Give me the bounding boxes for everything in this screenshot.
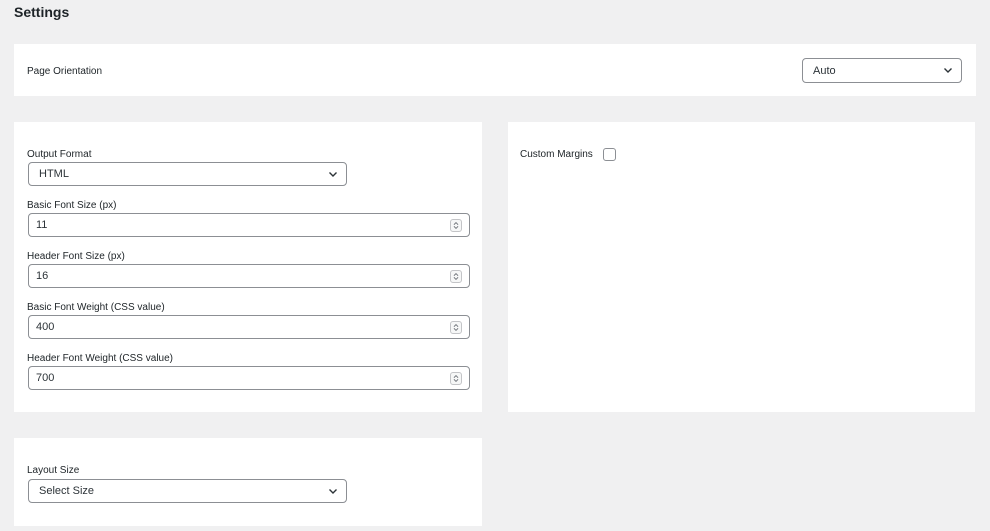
- page-orientation-panel: Page Orientation Auto: [14, 44, 976, 96]
- header-font-weight-value: 700: [36, 372, 55, 384]
- custom-margins-checkbox[interactable]: [603, 148, 616, 161]
- basic-font-size-value: 11: [36, 219, 48, 231]
- page-title: Settings: [14, 4, 70, 20]
- basic-font-weight-input[interactable]: 400: [28, 315, 470, 339]
- custom-margins-label: Custom Margins: [520, 149, 593, 160]
- basic-font-weight-value: 400: [36, 321, 55, 333]
- chevron-down-icon: [329, 489, 337, 494]
- layout-size-panel: Layout Size Select Size: [14, 438, 482, 526]
- header-font-size-value: 16: [36, 270, 49, 282]
- chevron-down-icon: [329, 172, 337, 177]
- header-font-size-input[interactable]: 16: [28, 264, 470, 288]
- layout-size-value: Select Size: [39, 485, 95, 497]
- basic-font-weight-label: Basic Font Weight (CSS value): [27, 302, 165, 313]
- output-format-label: Output Format: [27, 149, 92, 160]
- font-settings-panel: Output Format HTML Basic Font Size (px) …: [14, 122, 482, 412]
- page-orientation-label: Page Orientation: [27, 66, 103, 77]
- header-font-size-label: Header Font Size (px): [27, 251, 125, 262]
- basic-font-size-label: Basic Font Size (px): [27, 200, 117, 211]
- header-font-weight-label: Header Font Weight (CSS value): [27, 353, 173, 364]
- output-format-select[interactable]: HTML: [28, 162, 347, 186]
- spinner-arrows-icon[interactable]: [450, 270, 462, 283]
- chevron-down-icon: [944, 68, 952, 73]
- layout-size-select[interactable]: Select Size: [28, 479, 347, 503]
- custom-margins-panel: Custom Margins: [508, 122, 975, 412]
- spinner-arrows-icon[interactable]: [450, 372, 462, 385]
- output-format-value: HTML: [39, 168, 69, 180]
- header-font-weight-input[interactable]: 700: [28, 366, 470, 390]
- page-orientation-select[interactable]: Auto: [802, 58, 962, 83]
- basic-font-size-input[interactable]: 11: [28, 213, 470, 237]
- spinner-arrows-icon[interactable]: [450, 219, 462, 232]
- page-orientation-value: Auto: [813, 64, 836, 77]
- spinner-arrows-icon[interactable]: [450, 321, 462, 334]
- layout-size-label: Layout Size: [27, 465, 80, 476]
